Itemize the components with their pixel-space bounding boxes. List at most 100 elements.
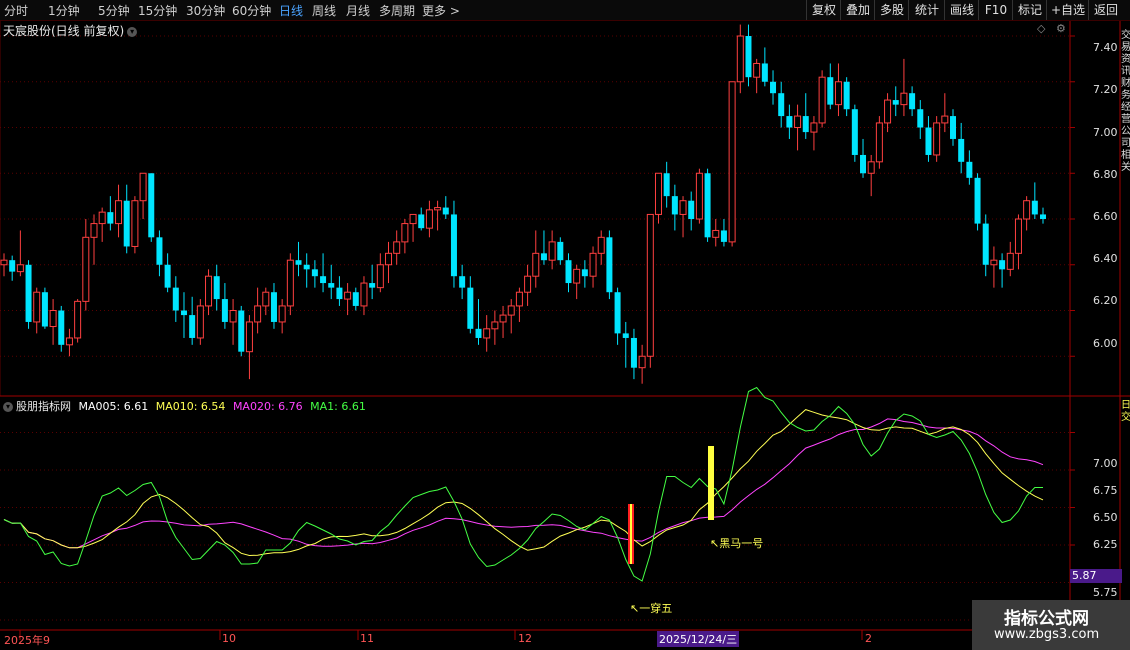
candle-body-up [884,99,892,124]
period-tab-30min[interactable]: 30分钟 [186,2,225,19]
candle-body-down [352,292,359,306]
right-info-strip-2[interactable]: 日 交 [1121,400,1130,424]
period-tab-15min[interactable]: 15分钟 [138,2,177,19]
period-tab-daily[interactable]: 日线 [279,2,303,19]
candle-body-down [450,214,457,277]
statistics-button[interactable]: 统计 [908,0,945,20]
candle-body-down [41,292,48,327]
diamond-icon[interactable]: ◇ [1037,22,1045,35]
fuquan-button[interactable]: 复权 [806,0,841,20]
candle-body-up [834,81,842,106]
candle-body-down [720,230,727,242]
candle-body-up [98,211,106,225]
date-label: 12 [518,632,532,645]
candle-body-down [778,93,785,117]
candle-body-up [900,92,908,106]
price-axis-label: 6.40 [1093,252,1118,265]
signal-hei-ma: ↖黑马一号 [710,537,764,550]
price-axis-label: 6.60 [1093,210,1118,223]
ma1-value: MA1: 6.61 [310,400,366,413]
candle-body-up [491,321,499,330]
period-tab-fenshi[interactable]: 分时 [4,2,28,19]
price-axis-label: 6.80 [1093,168,1118,181]
multi-stock-button[interactable]: 多股 [874,0,909,20]
mark-button[interactable]: 标记 [1012,0,1047,20]
price-axis-label: 7.00 [1093,126,1118,139]
candle-body-up [507,305,515,316]
candle-body-up [810,122,818,133]
candle-body-up [736,35,744,83]
candle-body-up [393,241,401,254]
candle-body-down [270,292,277,322]
main-chart[interactable] [0,0,1130,650]
stock-title[interactable]: 天宸股份(日线 前复权) ▾ [3,22,138,39]
candle-body-down [851,109,858,155]
candle-body-down [418,214,425,229]
candle-body-up [794,115,802,129]
period-tab-1min[interactable]: 1分钟 [48,2,80,19]
period-tab-5min[interactable]: 5分钟 [98,2,130,19]
watermark-url: www.zbgs3.com [994,627,1100,642]
candle-body-down [123,200,130,247]
ma020-value: MA020: 6.76 [232,400,303,413]
candle-body-up [933,122,941,156]
candle-body-down [909,93,916,110]
candle-body-down [860,154,867,174]
candle-body-down [982,223,989,265]
candle-body-down [557,241,564,261]
candle-body-up [712,229,720,238]
period-tab-multi[interactable]: 多周期 [379,2,415,19]
signal-bar-yellow-large [708,446,714,520]
candle-body-up [401,223,409,243]
candle-body-down [369,283,376,288]
candle-body-up [679,200,687,215]
add-watchlist-button[interactable]: +自选 [1046,0,1089,20]
candle-body-down [892,100,899,105]
candle-body-up [245,321,253,353]
candle-body-down [802,116,809,133]
period-tab-60min[interactable]: 60分钟 [232,2,271,19]
date-label: 10 [222,632,236,645]
candle-body-up [532,252,540,277]
price-axis-label: 6.00 [1093,337,1118,350]
chevron-down-icon[interactable]: ▾ [127,26,138,37]
indicator-axis-label: 6.25 [1093,538,1118,551]
candle-body-up [695,172,703,220]
draw-line-button[interactable]: 画线 [944,0,979,20]
candle-body-down [221,299,228,322]
candle-body-down [213,276,220,300]
candle-body-down [688,200,695,220]
period-tab-more[interactable]: 更多 > [422,2,460,19]
ma005-value: MA005: 6.61 [78,400,149,413]
candle-body-up [753,62,761,78]
candle-body-up [646,213,654,357]
signal-bar-yellow [630,504,632,564]
candle-body-up [548,241,556,261]
candle-body-down [295,260,302,265]
candle-body-down [999,260,1006,270]
candle-body-up [573,268,581,284]
candle-body-down [1040,214,1046,220]
period-tab-weekly[interactable]: 周线 [312,2,336,19]
candle-body-up [82,236,90,302]
candle-body-up [74,300,82,339]
settings-icon[interactable]: ⚙ [1056,22,1066,35]
f10-button[interactable]: F10 [978,0,1013,20]
signal-yi-chuan-wu: ↖一穿五 [630,602,673,615]
candle-body-down [459,276,466,288]
back-button[interactable]: 返回 [1088,0,1123,20]
chevron-down-icon[interactable]: ▾ [3,402,13,412]
candle-body-up [409,213,417,225]
candle-body-up [286,259,294,307]
right-info-strip[interactable]: 交易资讯财务经营公司相关 [1121,30,1130,174]
indicator-name[interactable]: 股朋指标网 [16,400,71,413]
candle-body-up [941,115,949,124]
candle-body-down [475,328,482,338]
candle-body-down [180,310,187,316]
period-tab-monthly[interactable]: 月线 [346,2,370,19]
date-label: 2 [865,632,872,645]
candle-body-up [434,207,442,211]
overlay-button[interactable]: 叠加 [840,0,875,20]
candle-body-up [205,275,213,307]
indicator-axis-label: 6.50 [1093,511,1118,524]
